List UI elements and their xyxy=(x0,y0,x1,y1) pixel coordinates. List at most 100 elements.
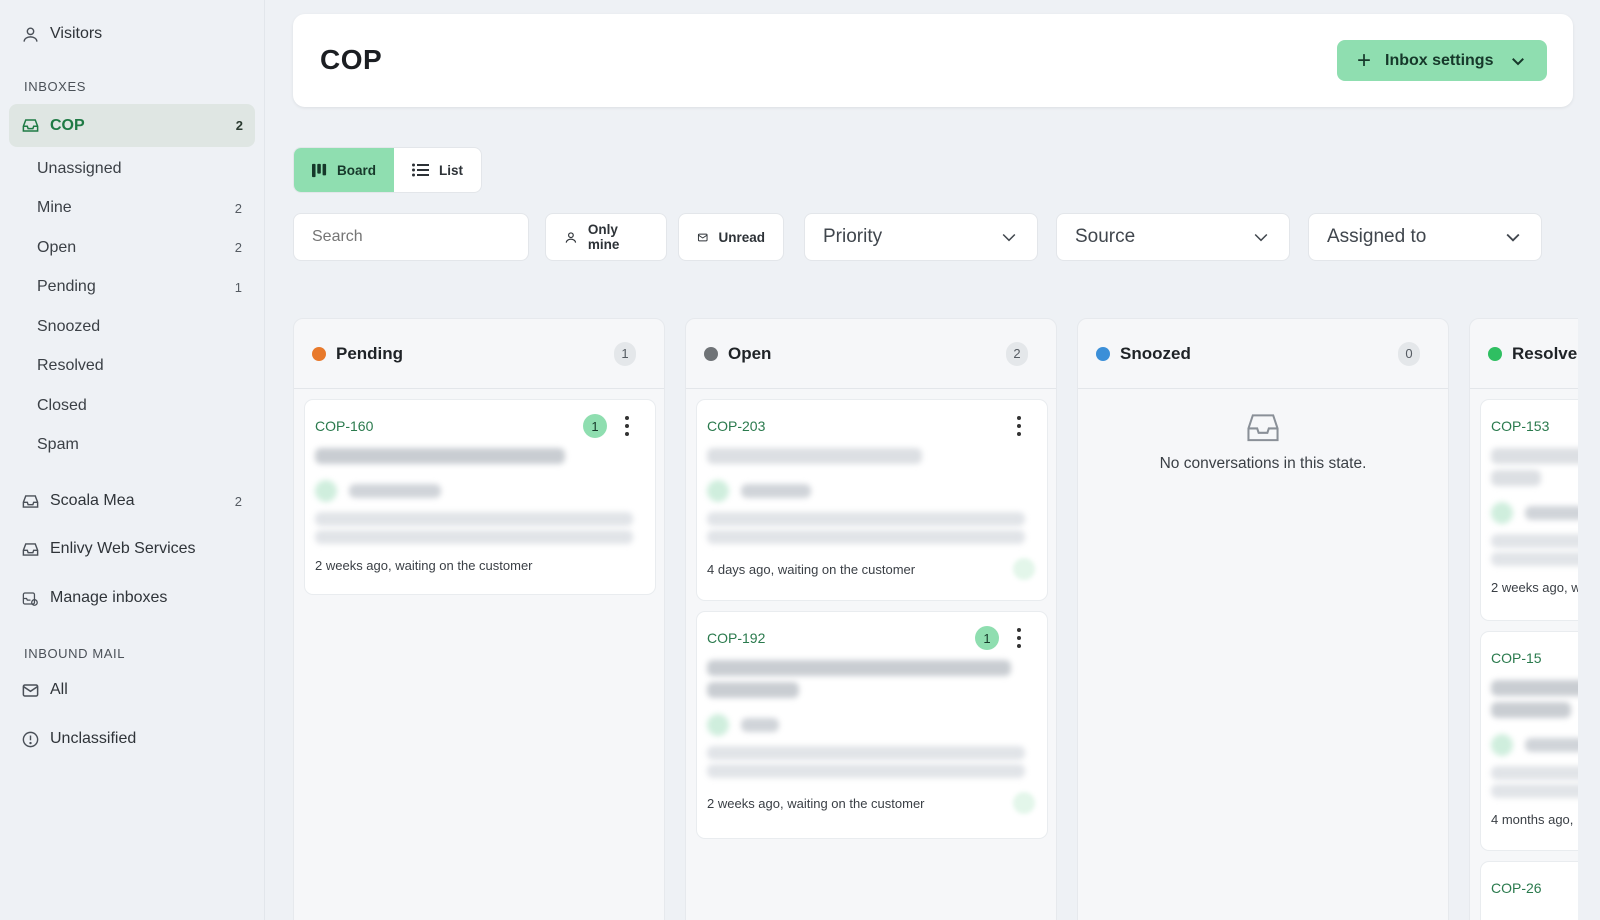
sidebar-subitem-pending[interactable]: Pending 1 xyxy=(0,268,264,308)
unread-badge: 1 xyxy=(583,414,607,438)
inbox-settings-label: Inbox settings xyxy=(1385,51,1494,69)
conversation-id[interactable]: COP-153 xyxy=(1491,418,1549,434)
view-toggle: Board List xyxy=(293,147,483,193)
sidebar-item-label: Mine xyxy=(37,199,72,217)
list-view-button[interactable]: List xyxy=(394,148,481,192)
chevron-down-icon xyxy=(999,227,1019,247)
column-title: Resolve xyxy=(1512,343,1578,363)
sidebar-subitem-spam[interactable]: Spam xyxy=(0,426,264,466)
conversation-id[interactable]: COP-160 xyxy=(315,418,373,434)
sidebar-item-enlivy[interactable]: Enlivy Web Services xyxy=(0,525,264,573)
sidebar-item-count: 2 xyxy=(234,240,242,256)
sidebar-item-label: Resolved xyxy=(37,357,104,375)
column-title: Pending xyxy=(336,343,404,363)
sidebar-item-label: COP xyxy=(50,116,85,134)
column-header: Open 2 xyxy=(686,319,1056,389)
unread-badge: 1 xyxy=(975,626,999,650)
blurred-name xyxy=(741,718,779,732)
blurred-preview xyxy=(707,764,1025,778)
only-mine-button[interactable]: Only mine xyxy=(545,213,667,261)
conversation-card[interactable]: COP-192 1 2 weeks ago, waiting on the cu… xyxy=(696,611,1048,839)
column-header: Snoozed 0 xyxy=(1078,319,1448,389)
sidebar-item-count: 2 xyxy=(235,118,243,133)
sidebar-subitem-closed[interactable]: Closed xyxy=(0,386,264,426)
sidebar-item-label: Enlivy Web Services xyxy=(50,540,196,557)
more-options-icon[interactable] xyxy=(615,414,639,438)
source-select[interactable]: Source xyxy=(1056,213,1290,261)
blurred-name xyxy=(1525,738,1578,752)
page-header: COP + Inbox settings xyxy=(293,14,1573,107)
alert-circle-icon xyxy=(20,729,40,749)
conversation-card[interactable]: COP-153 2 weeks ago, w xyxy=(1480,399,1578,621)
priority-select[interactable]: Priority xyxy=(804,213,1038,261)
unread-label: Unread xyxy=(718,229,765,245)
conversation-id[interactable]: COP-26 xyxy=(1491,880,1542,896)
conversation-card[interactable]: COP-203 4 days ago, waiting on the custo… xyxy=(696,399,1048,601)
unread-button[interactable]: Unread xyxy=(678,213,784,261)
only-mine-label: Only mine xyxy=(587,222,620,252)
sidebar-item-count: 2 xyxy=(234,493,242,509)
sidebar-item-label: Open xyxy=(37,238,77,256)
sidebar-item-label: Pending xyxy=(37,278,96,296)
sidebar-subitem-mine[interactable]: Mine 2 xyxy=(0,189,264,229)
blurred-avatar xyxy=(1491,734,1513,756)
list-icon xyxy=(412,163,429,177)
blurred-name xyxy=(1525,506,1578,520)
status-dot xyxy=(1488,346,1502,361)
column-title: Snoozed xyxy=(1120,343,1191,363)
sidebar-item-cop[interactable]: COP 2 xyxy=(9,104,255,147)
assigned-to-select[interactable]: Assigned to xyxy=(1308,213,1542,261)
conversation-card[interactable]: COP-160 1 2 weeks ago, waiting on the cu… xyxy=(304,399,656,595)
sidebar-item-unclassified[interactable]: Unclassified xyxy=(0,713,264,765)
sidebar-item-manage-inboxes[interactable]: Manage inboxes xyxy=(0,573,264,623)
status-dot xyxy=(312,346,326,361)
blurred-preview xyxy=(1491,766,1578,780)
conversation-card[interactable]: COP-15 4 months ago, xyxy=(1480,631,1578,851)
blurred-preview xyxy=(707,512,1025,526)
conversation-card[interactable]: COP-26 xyxy=(1480,861,1578,920)
sidebar-item-all-mail[interactable]: All xyxy=(0,667,264,713)
blurred-subject xyxy=(1491,448,1578,464)
blurred-preview xyxy=(315,512,633,526)
inboxes-heading: INBOXES xyxy=(24,79,86,94)
more-options-icon[interactable] xyxy=(1007,414,1031,438)
user-icon xyxy=(20,24,40,44)
sidebar-item-label: Spam xyxy=(37,436,79,454)
page-title: COP xyxy=(320,44,383,75)
inbox-settings-icon xyxy=(20,588,40,608)
sidebar-subitem-snoozed[interactable]: Snoozed xyxy=(0,307,264,347)
blurred-preview xyxy=(707,530,1025,544)
blurred-avatar xyxy=(707,714,729,736)
sidebar-item-label: Unclassified xyxy=(50,730,137,747)
blurred-avatar xyxy=(1491,502,1513,524)
inbox-icon xyxy=(20,491,40,511)
blurred-subject xyxy=(1491,470,1541,486)
status-dot xyxy=(1096,346,1110,361)
sidebar-item-count: 1 xyxy=(234,279,242,295)
more-options-icon[interactable] xyxy=(1007,626,1031,650)
card-status-text: 4 months ago, xyxy=(1491,812,1574,827)
sidebar-subitem-resolved[interactable]: Resolved xyxy=(0,347,264,387)
card-status-text: 2 weeks ago, w xyxy=(1491,580,1578,595)
column-header: Resolve xyxy=(1470,319,1578,389)
blurred-indicator xyxy=(1013,558,1035,580)
mail-icon xyxy=(697,233,708,241)
sidebar-item-visitors[interactable]: Visitors xyxy=(0,14,264,54)
column-open: Open 2 COP-203 4 days ago, waiting on th… xyxy=(685,318,1057,920)
conversation-id[interactable]: COP-15 xyxy=(1491,650,1542,666)
board-view-button[interactable]: Board xyxy=(294,148,394,192)
list-label: List xyxy=(439,162,464,178)
inbox-settings-button[interactable]: + Inbox settings xyxy=(1337,40,1547,81)
search-input[interactable] xyxy=(293,213,529,261)
sidebar-subitem-open[interactable]: Open 2 xyxy=(0,228,264,268)
board-icon xyxy=(312,163,327,177)
column-pending: Pending 1 COP-160 1 2 weeks ago, waiting… xyxy=(293,318,665,920)
blurred-name xyxy=(741,484,811,498)
priority-label: Priority xyxy=(823,226,883,247)
sidebar-subitem-unassigned[interactable]: Unassigned xyxy=(0,149,264,189)
sidebar-item-scoala-mea[interactable]: Scoala Mea 2 xyxy=(0,477,264,525)
conversation-id[interactable]: COP-192 xyxy=(707,630,765,646)
sidebar: Visitors INBOXES COP 2 Unassigned Mine 2… xyxy=(0,0,265,920)
board-label: Board xyxy=(336,162,376,178)
conversation-id[interactable]: COP-203 xyxy=(707,418,765,434)
